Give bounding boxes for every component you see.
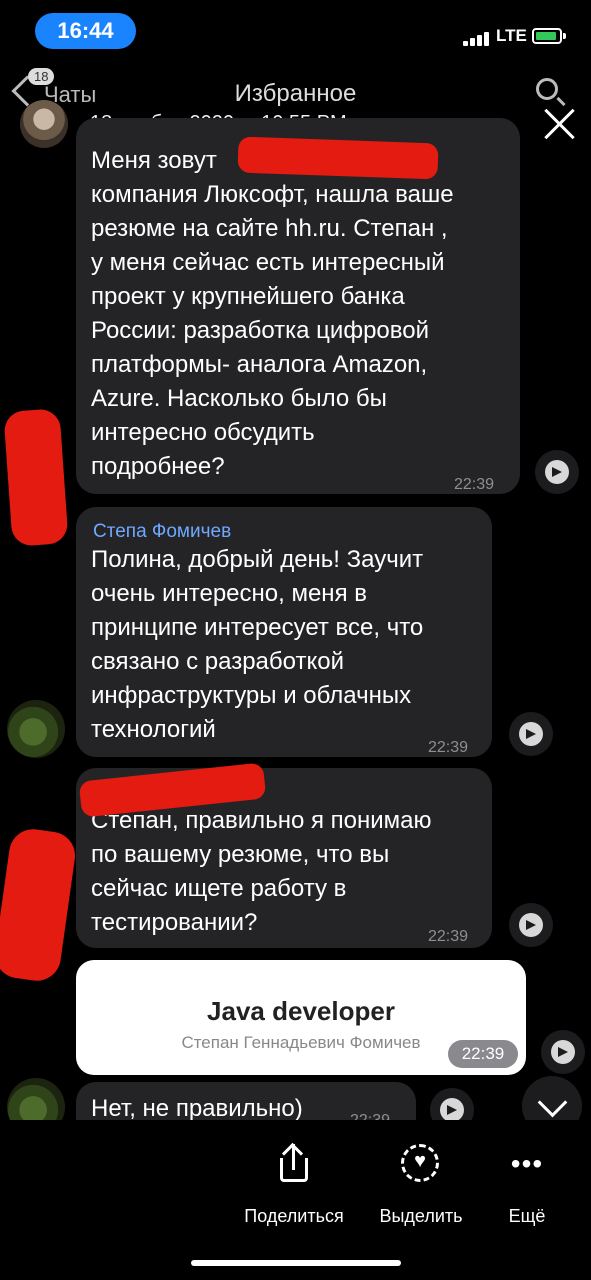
message-text: Меня зовут компания Люксофт, нашла ваше … — [91, 147, 454, 480]
forward-button[interactable] — [535, 450, 579, 494]
heart-icon: ♥ — [401, 1144, 441, 1184]
forward-icon — [545, 460, 569, 484]
message-time: 22:39 — [428, 739, 469, 756]
message-text: Степан, правильно я понимаю по вашему ре… — [91, 807, 432, 936]
avatar[interactable] — [20, 100, 68, 148]
forward-button[interactable] — [509, 712, 553, 756]
action-toolbar: Поделиться ♥ Выделить ••• Ещё — [0, 1120, 591, 1280]
forward-icon — [519, 913, 543, 937]
forward-button[interactable] — [509, 903, 553, 947]
avatar[interactable] — [7, 700, 65, 758]
network-type: LTE — [496, 26, 527, 45]
message-time: 22:39 — [428, 928, 469, 945]
message-bubble[interactable]: Степа Фомичев Полина, добрый день! Заучи… — [76, 507, 492, 757]
more-dots-icon: ••• — [510, 1148, 544, 1179]
redaction-mark — [0, 826, 79, 984]
status-time[interactable]: 16:44 — [35, 13, 136, 49]
forward-icon — [519, 722, 543, 746]
more-label: Ещё — [508, 1206, 546, 1226]
more-button[interactable]: ••• Ещё — [457, 1144, 591, 1227]
message-text: Полина, добрый день! Заучит очень интере… — [91, 546, 424, 743]
card-time: 22:39 — [448, 1040, 518, 1068]
share-icon — [274, 1142, 314, 1184]
resume-card[interactable]: Java developer Степан Геннадьевич Фомиче… — [76, 960, 526, 1075]
forward-icon — [440, 1098, 464, 1122]
forward-button[interactable] — [541, 1030, 585, 1074]
battery-tip — [563, 33, 566, 39]
card-title: Java developer — [207, 996, 395, 1026]
close-icon[interactable] — [542, 106, 578, 142]
message-time: 22:39 — [454, 476, 495, 493]
forward-icon — [551, 1040, 575, 1064]
share-button[interactable]: Поделиться — [224, 1142, 364, 1227]
home-indicator[interactable] — [191, 1260, 401, 1266]
signal-icon — [463, 32, 489, 46]
status-bar: 16:44 LTE — [0, 0, 591, 62]
redaction-mark — [237, 136, 439, 180]
battery-icon — [532, 28, 562, 44]
share-label: Поделиться — [244, 1206, 344, 1226]
redaction-mark — [3, 408, 69, 547]
